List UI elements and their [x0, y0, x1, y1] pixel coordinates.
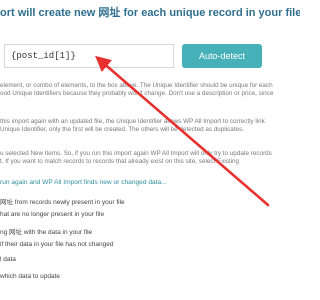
option-choose-data[interactable]: which data to update — [0, 273, 60, 280]
description-line: t. If you want to match records to recor… — [0, 158, 240, 165]
option-delete-missing[interactable]: hat are no longer present in your file — [0, 211, 104, 218]
description-line: ood Unique Identifiers because they prob… — [0, 90, 274, 97]
auto-detect-button[interactable]: Auto-detect — [182, 44, 262, 68]
new-items-description: u selected New Items. So, if you run thi… — [0, 150, 300, 166]
option-update-all-data[interactable]: l data — [0, 256, 16, 263]
description-line: u selected New Items. So, if you run thi… — [0, 150, 272, 157]
unique-identifier-input[interactable] — [4, 44, 174, 68]
option-update-existing[interactable]: ng 网址 with the data in your file — [0, 226, 92, 236]
option-skip-unchanged[interactable]: if their data in your file has not chang… — [0, 241, 113, 248]
unique-identifier-description: element, or combo of elements, to the bo… — [0, 82, 300, 98]
description-line: this import again with an updated file, … — [0, 118, 265, 125]
description-line: element, or combo of elements, to the bo… — [0, 82, 273, 89]
import-settings-panel: ort will create new 网址 for each unique r… — [0, 0, 300, 300]
option-create-new[interactable]: 网址 from records newly present in your fi… — [0, 196, 125, 206]
unique-identifier-heading: ort will create new 网址 for each unique r… — [0, 7, 300, 19]
reimport-options-title[interactable]: run again and WP All Import finds new or… — [0, 179, 167, 186]
update-link-description: this import again with an updated file, … — [0, 118, 300, 134]
description-line: Unique Identifier, only the first will b… — [0, 126, 244, 133]
